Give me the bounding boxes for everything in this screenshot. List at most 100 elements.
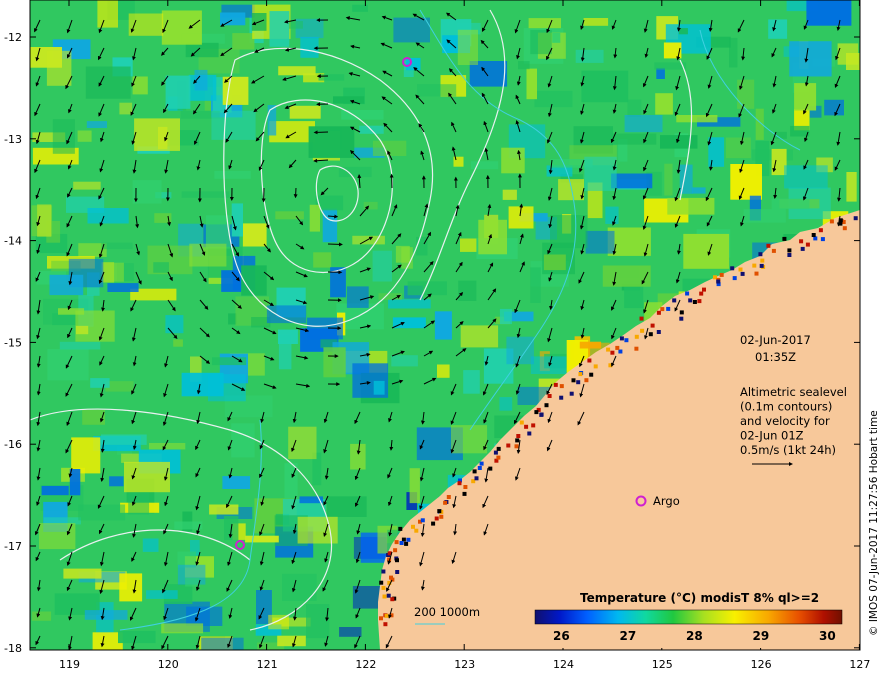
sst-patch	[119, 573, 143, 602]
sst-patch	[41, 485, 69, 496]
lon-tick-label: 122	[355, 658, 376, 671]
sst-patch	[101, 242, 133, 250]
coast-pixel	[754, 271, 759, 276]
sst-patch	[161, 623, 204, 634]
sst-patch	[275, 211, 304, 220]
sst-patch	[52, 119, 75, 154]
coast-pixel	[697, 299, 702, 304]
lat-tick-label: -13	[4, 133, 22, 146]
coast-pixel	[414, 528, 419, 533]
sst-patch	[457, 29, 478, 65]
sst-patch	[558, 179, 584, 201]
coast-pixel	[395, 558, 399, 563]
coast-pixel	[394, 540, 399, 545]
coast-pixel	[479, 461, 484, 466]
coast-pixel	[474, 476, 479, 481]
coast-pixel	[547, 394, 552, 398]
coast-pixel	[398, 526, 403, 531]
coast-pixel	[559, 395, 564, 400]
sst-patch	[232, 33, 255, 50]
sst-patch	[470, 161, 499, 170]
sst-patch	[101, 434, 147, 445]
sst-patch	[611, 173, 653, 189]
coast-pixel	[864, 220, 868, 224]
sst-patch	[743, 209, 786, 223]
sst-patch	[313, 252, 332, 268]
info-line: (0.1m contours)	[740, 400, 832, 414]
sst-patch	[499, 308, 512, 325]
sst-patch	[124, 461, 170, 493]
coast-pixel	[656, 310, 661, 315]
sst-patch	[189, 243, 227, 267]
sst-patch	[142, 538, 159, 552]
sst-patch	[82, 409, 105, 425]
sst-patch	[409, 468, 420, 504]
coast-pixel	[496, 446, 501, 451]
sst-patch	[231, 423, 255, 458]
sst-patch	[77, 130, 92, 142]
coast-pixel	[519, 420, 524, 425]
sst-patch	[69, 469, 81, 496]
info-line: 02-Jun 01Z	[740, 429, 804, 443]
coast-pixel	[463, 485, 468, 489]
colorbar-tick-label: 27	[620, 629, 637, 643]
sst-patch	[165, 315, 184, 334]
coast-pixel	[437, 509, 442, 514]
sst-patch	[161, 10, 202, 45]
sst-patch	[181, 191, 230, 198]
lat-tick-label: -14	[4, 235, 22, 248]
coast-pixel	[534, 410, 539, 415]
sst-patch	[768, 19, 788, 39]
sst-patch	[185, 42, 219, 58]
sst-patch	[729, 37, 738, 68]
coast-pixel	[457, 481, 462, 486]
coast-pixel	[553, 382, 558, 387]
coast-pixel	[702, 287, 706, 292]
velocity-arrow	[327, 242, 343, 247]
map-time: 01:35Z	[755, 350, 796, 364]
sst-patch	[241, 265, 267, 296]
sst-patch	[627, 99, 642, 118]
colorbar-tick-label: 26	[553, 629, 570, 643]
lon-tick-label: 124	[553, 658, 574, 671]
sst-patch	[278, 66, 316, 76]
coast-pixel	[587, 358, 592, 363]
lon-tick-label: 120	[158, 658, 179, 671]
sst-patch	[245, 535, 279, 543]
coast-pixel	[589, 372, 594, 377]
sst-patch	[775, 131, 787, 139]
sst-patch	[771, 198, 810, 210]
sst-patch	[49, 274, 84, 296]
sst-patch	[460, 238, 477, 252]
coast-pixel	[382, 594, 387, 599]
coast-pixel	[477, 466, 482, 470]
velocity-arrow	[313, 130, 329, 135]
sst-patch	[676, 115, 718, 123]
coast-pixel	[618, 349, 623, 354]
sst-patch	[501, 147, 525, 174]
coast-pixel	[679, 310, 684, 315]
sst-patch	[373, 380, 385, 395]
sst-patch	[434, 311, 452, 340]
coast-pixel	[787, 248, 792, 253]
coast-pixel	[439, 514, 444, 519]
sst-patch	[416, 236, 428, 256]
argo-label: Argo	[653, 494, 680, 508]
sst-patch	[393, 17, 430, 43]
coast-pixel	[782, 236, 787, 241]
sst-patch	[530, 30, 552, 55]
coast-pixel	[758, 252, 763, 257]
coast-pixel	[692, 300, 697, 304]
coast-pixel	[650, 323, 655, 328]
sst-patch	[730, 164, 762, 200]
sst-patch	[85, 66, 131, 99]
coast-pixel	[462, 491, 467, 496]
sst-patch	[333, 96, 365, 104]
coast-pixel	[569, 391, 574, 396]
sst-patch	[395, 245, 410, 263]
sst-patch	[605, 206, 619, 224]
lon-tick-label: 123	[454, 658, 475, 671]
coast-pixel	[576, 380, 581, 385]
sst-patch	[59, 341, 101, 350]
coast-pixel	[648, 332, 653, 337]
